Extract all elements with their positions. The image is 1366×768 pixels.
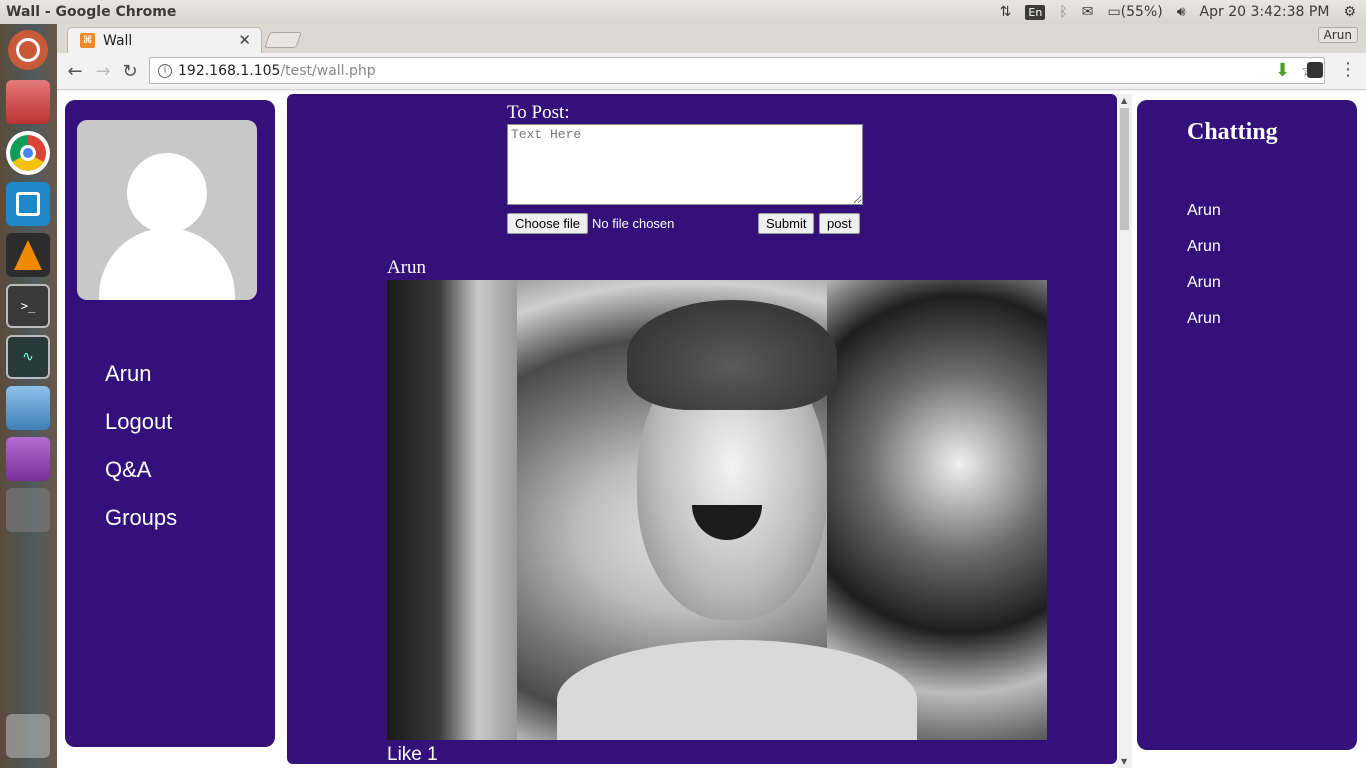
download-extension-icon[interactable]: ⬇ — [1275, 60, 1290, 81]
network-transfer-icon[interactable]: ⇅ — [1000, 4, 1012, 20]
avatar — [77, 120, 257, 300]
close-tab-icon[interactable]: ✕ — [238, 31, 251, 49]
page-viewport: Arun Logout Q&A Groups To Post: Choose f… — [57, 91, 1366, 768]
battery-indicator[interactable]: ▭ (55%) — [1107, 4, 1162, 20]
url-host: 192.168.1.105 — [178, 62, 281, 79]
chat-user[interactable]: Arun — [1187, 310, 1221, 346]
tab-wall[interactable]: ⌘ Wall ✕ — [67, 27, 262, 53]
file-status: No file chosen — [592, 216, 675, 231]
browser-window: ⌘ Wall ✕ Arun ← → ↻ i 192.168.1.105/test… — [57, 24, 1366, 768]
browser-toolbar: ← → ↻ i 192.168.1.105/test/wall.php ☆ ⬇ … — [57, 53, 1366, 90]
like-count[interactable]: Like 1 — [387, 744, 438, 766]
profile-button[interactable]: Arun — [1317, 27, 1358, 43]
keyboard-layout-indicator[interactable]: En — [1025, 4, 1046, 20]
system-top-panel: Wall - Google Chrome ⇅ En ᛒ ✉ ▭ (55%) 🔊︎… — [0, 0, 1366, 24]
virtualbox-icon[interactable] — [6, 386, 50, 430]
vlc-icon[interactable] — [6, 233, 50, 277]
left-sidebar: Arun Logout Q&A Groups — [65, 100, 275, 747]
forward-arrow-icon[interactable]: → — [93, 61, 113, 82]
extension-icon[interactable] — [1307, 62, 1323, 78]
wall-panel: To Post: Choose file No file chosen Subm… — [287, 94, 1117, 766]
unity-launcher: >_ ∿ — [0, 24, 57, 768]
chat-user[interactable]: Arun — [1187, 202, 1221, 238]
chrome-app-icon[interactable] — [6, 131, 50, 175]
scroll-down-arrow-icon[interactable]: ▼ — [1121, 757, 1127, 766]
chat-title: Chatting — [1187, 119, 1278, 145]
page-scrollbar[interactable]: ▲ ▼ — [1117, 94, 1132, 768]
site-info-icon[interactable]: i — [158, 63, 172, 78]
ubuntu-logo-icon[interactable] — [8, 30, 48, 70]
scroll-thumb[interactable] — [1120, 108, 1129, 230]
address-bar[interactable]: i 192.168.1.105/test/wall.php ☆ — [149, 57, 1325, 84]
bluetooth-icon[interactable]: ᛒ — [1059, 4, 1067, 20]
avatar-head — [127, 153, 207, 233]
battery-percent: (55%) — [1120, 4, 1163, 20]
system-monitor-icon[interactable]: ∿ — [6, 335, 50, 379]
chat-user[interactable]: Arun — [1187, 274, 1221, 310]
battery-icon: ▭ — [1107, 4, 1121, 20]
url-path: /test/wall.php — [280, 62, 376, 79]
app-icon-blue[interactable] — [6, 182, 50, 226]
volume-icon[interactable]: 🔊︎ — [1177, 4, 1186, 20]
choose-file-button[interactable]: Choose file — [507, 213, 589, 234]
workspace-switcher-icon[interactable] — [6, 488, 50, 532]
terminal-icon[interactable]: >_ — [6, 284, 50, 328]
clock[interactable]: Apr 20 3:42:38 PM — [1200, 4, 1330, 20]
scroll-up-arrow-icon[interactable]: ▲ — [1121, 96, 1127, 105]
xampp-favicon-icon: ⌘ — [80, 33, 95, 48]
sidebar-item-groups[interactable]: Groups — [105, 506, 177, 554]
sidebar-item-qa[interactable]: Q&A — [105, 458, 177, 506]
sidebar-item-profile[interactable]: Arun — [105, 362, 177, 410]
tab-title: Wall — [103, 32, 133, 49]
post-image — [387, 280, 1047, 740]
window-title: Wall - Google Chrome — [6, 4, 177, 20]
sidebar-item-logout[interactable]: Logout — [105, 410, 177, 458]
chat-panel: Chatting Arun Arun Arun Arun — [1137, 100, 1357, 750]
files-app-icon[interactable] — [6, 80, 50, 124]
sidebar-nav: Arun Logout Q&A Groups — [105, 362, 177, 554]
settings-gear-icon[interactable]: ⚙ — [1343, 4, 1356, 20]
app-icon-purple[interactable] — [6, 437, 50, 481]
tab-strip: ⌘ Wall ✕ Arun — [57, 24, 1366, 53]
post-author: Arun — [387, 257, 427, 278]
trash-icon[interactable] — [6, 714, 50, 758]
new-tab-button[interactable] — [264, 32, 302, 48]
chat-user-list: Arun Arun Arun Arun — [1187, 202, 1221, 346]
chat-user[interactable]: Arun — [1187, 238, 1221, 274]
reload-icon[interactable]: ↻ — [120, 61, 140, 82]
post-textarea[interactable] — [507, 124, 863, 205]
back-arrow-icon[interactable]: ← — [65, 61, 85, 82]
avatar-body — [99, 228, 235, 300]
indicator-area: ⇅ En ᛒ ✉ ▭ (55%) 🔊︎ Apr 20 3:42:38 PM ⚙ — [1000, 4, 1366, 20]
submit-button[interactable]: Submit — [758, 213, 815, 234]
post-button[interactable]: post — [819, 213, 860, 234]
menu-kebab-icon[interactable]: ⋮ — [1339, 59, 1357, 80]
mail-icon[interactable]: ✉ — [1082, 4, 1094, 20]
post-label: To Post: — [507, 102, 570, 123]
